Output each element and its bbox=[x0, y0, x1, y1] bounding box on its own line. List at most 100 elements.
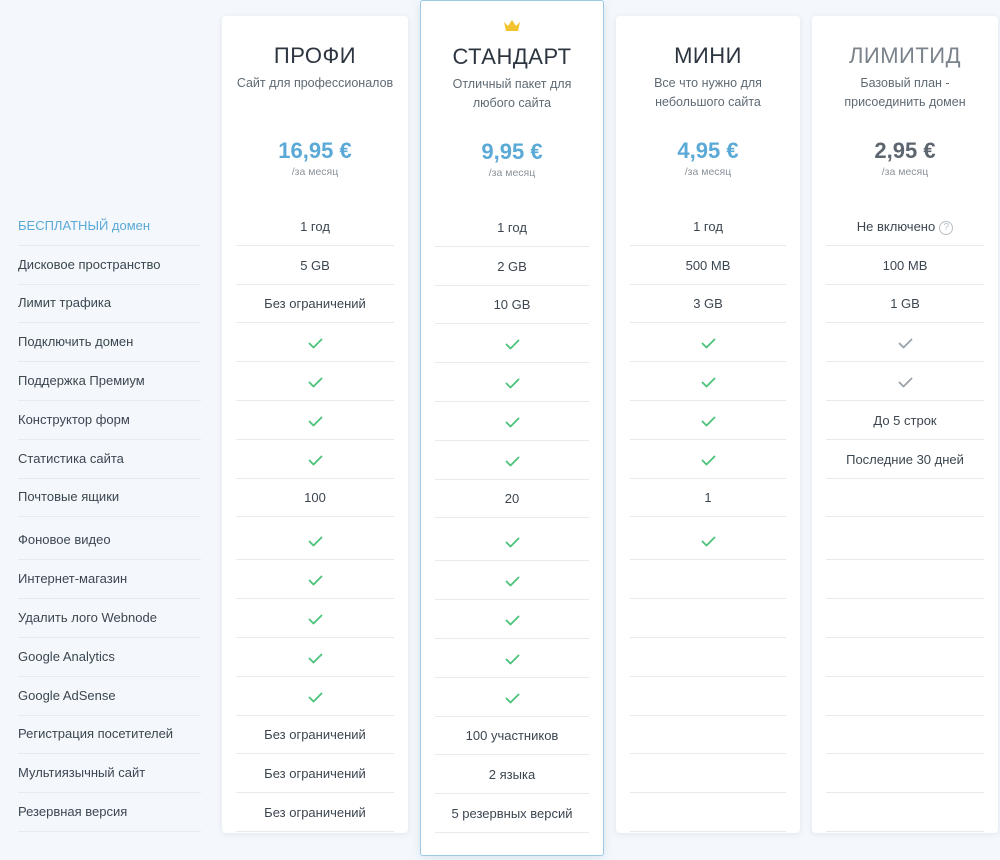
feature-cell bbox=[630, 560, 786, 599]
check-icon bbox=[898, 338, 912, 349]
feature-cell bbox=[435, 441, 589, 480]
cell-value: Без ограничений bbox=[264, 727, 366, 742]
check-icon bbox=[505, 456, 519, 467]
feature-label: Интернет-магазин bbox=[18, 571, 201, 599]
feature-cell: 100 MB bbox=[826, 246, 984, 285]
check-icon bbox=[701, 377, 715, 388]
cell-value: 2 GB bbox=[497, 259, 527, 274]
check-icon bbox=[505, 417, 519, 428]
cell-value: 1 год bbox=[300, 219, 330, 234]
feature-cell bbox=[236, 599, 394, 638]
feature-cell bbox=[826, 362, 984, 401]
feature-cell: 1 bbox=[630, 478, 786, 517]
check-icon bbox=[308, 614, 322, 625]
feature-cell bbox=[236, 440, 394, 479]
plan-card: СТАНДАРТ Отличный пакет для любого сайта 9… bbox=[420, 0, 604, 856]
plan-name: ПРОФИ bbox=[273, 43, 357, 68]
check-icon bbox=[308, 377, 322, 388]
check-icon bbox=[308, 653, 322, 664]
feature-cell: Без ограничений bbox=[236, 715, 394, 754]
feature-cell: 2 GB bbox=[435, 247, 589, 286]
check-icon bbox=[701, 455, 715, 466]
cell-value: 1 bbox=[704, 490, 712, 505]
feature-label: Google AdSense bbox=[18, 688, 201, 716]
feature-cell bbox=[826, 715, 984, 754]
check-icon bbox=[898, 377, 912, 388]
feature-label: Поддержка Премиум bbox=[18, 373, 201, 401]
price-period: /за месяц bbox=[291, 166, 339, 178]
cell-value: 5 GB bbox=[300, 258, 330, 273]
feature-cell bbox=[435, 363, 589, 402]
feature-cell: 1 год bbox=[630, 207, 786, 246]
cell-value: 1 год bbox=[693, 219, 723, 234]
price-period: /за месяц bbox=[488, 167, 536, 179]
cell-value: 100 MB bbox=[882, 258, 928, 273]
price-period: /за месяц bbox=[881, 166, 929, 178]
feature-cell bbox=[826, 677, 984, 716]
feature-cell bbox=[236, 521, 394, 560]
plan-price: 2,95 € bbox=[874, 138, 936, 163]
feature-cell bbox=[630, 362, 786, 401]
feature-label: Статистика сайта bbox=[18, 451, 201, 479]
cell-value: Не включено bbox=[856, 219, 936, 234]
feature-cell bbox=[435, 600, 589, 639]
feature-label: Почтовые ящики bbox=[18, 489, 201, 517]
check-icon bbox=[701, 536, 715, 547]
feature-label: Мультиязычный сайт bbox=[18, 765, 201, 793]
feature-cell: 2 языка bbox=[435, 755, 589, 794]
feature-cell bbox=[630, 599, 786, 638]
check-icon bbox=[505, 615, 519, 626]
feature-cell bbox=[630, 793, 786, 832]
check-icon bbox=[701, 338, 715, 349]
feature-cell: 500 MB bbox=[630, 246, 786, 285]
feature-label: БЕСПЛАТНЫЙ домен bbox=[18, 218, 201, 246]
feature-cell: 1 год bbox=[435, 208, 589, 247]
feature-cell: 1 GB bbox=[826, 284, 984, 323]
feature-cell bbox=[236, 362, 394, 401]
cell-value: 100 bbox=[304, 490, 326, 505]
feature-label: Регистрация посетителей bbox=[18, 726, 201, 754]
feature-cell bbox=[630, 754, 786, 793]
plan-price: 16,95 € bbox=[278, 138, 352, 163]
check-icon bbox=[308, 575, 322, 586]
check-icon bbox=[308, 692, 322, 703]
cell-value: 500 MB bbox=[685, 258, 731, 273]
check-icon bbox=[505, 537, 519, 548]
plan-card: ЛИМИТИД Базовый план - присоединить домен… bbox=[812, 16, 998, 833]
feature-label: Лимит трафика bbox=[18, 295, 201, 323]
check-icon bbox=[308, 536, 322, 547]
feature-cell bbox=[630, 323, 786, 362]
feature-cell: 5 резервных версий bbox=[435, 794, 589, 833]
cell-value: До 5 строк bbox=[873, 413, 937, 428]
check-icon bbox=[308, 338, 322, 349]
feature-cell: До 5 строк bbox=[826, 401, 984, 440]
feature-label: Google Analytics bbox=[18, 649, 201, 677]
feature-cell: 10 GB bbox=[435, 285, 589, 324]
feature-cell bbox=[826, 323, 984, 362]
feature-cell bbox=[630, 521, 786, 560]
feature-cell bbox=[630, 638, 786, 677]
feature-label: Фоновое видео bbox=[18, 532, 201, 560]
check-icon bbox=[505, 576, 519, 587]
feature-cell bbox=[826, 638, 984, 677]
feature-label: Удалить лого Webnode bbox=[18, 610, 201, 638]
price-period: /за месяц bbox=[684, 166, 732, 178]
crown-icon bbox=[504, 20, 520, 31]
check-icon bbox=[308, 416, 322, 427]
cell-value: 20 bbox=[504, 491, 520, 506]
feature-cell bbox=[236, 560, 394, 599]
plan-price: 9,95 € bbox=[481, 139, 543, 164]
feature-cell: 100 bbox=[236, 478, 394, 517]
feature-cell bbox=[826, 599, 984, 638]
feature-label: Дисковое пространство bbox=[18, 257, 201, 285]
feature-cell: Не включено? bbox=[826, 207, 984, 246]
cell-value: 2 языка bbox=[488, 767, 536, 782]
cell-value: 10 GB bbox=[493, 297, 531, 312]
cell-value: Без ограничений bbox=[264, 805, 366, 820]
feature-cell bbox=[236, 401, 394, 440]
feature-label: Подключить домен bbox=[18, 334, 201, 362]
plan-description: Отличный пакет для любого сайта bbox=[452, 77, 572, 110]
help-icon[interactable]: ? bbox=[939, 220, 954, 235]
feature-cell: Без ограничений bbox=[236, 793, 394, 832]
check-icon bbox=[505, 693, 519, 704]
